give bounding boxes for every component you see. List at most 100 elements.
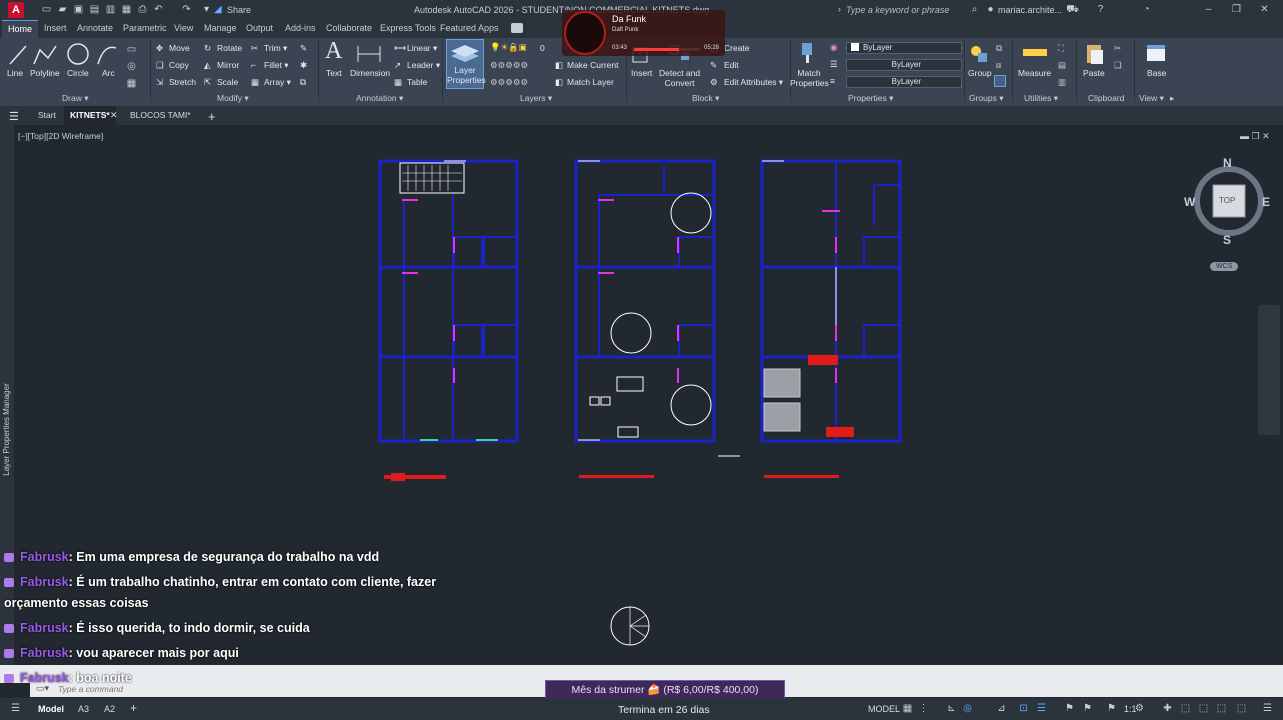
user-menu[interactable]: mariac.archite... (998, 5, 1062, 15)
move-button[interactable]: Move (169, 43, 190, 53)
stretch-button[interactable]: Stretch (169, 77, 196, 87)
new-tab-button[interactable]: + (208, 105, 216, 124)
make-current-button[interactable]: Make Current (567, 60, 619, 70)
text-tool-button[interactable]: Text (326, 68, 342, 78)
cart-icon[interactable]: ⛟ (1066, 3, 1079, 16)
save-icon[interactable]: ▣ (72, 3, 85, 16)
modify-panel-title[interactable]: Modify ▾ (217, 93, 249, 104)
properties-panel-title[interactable]: Properties ▾ (848, 93, 893, 104)
annotation-scale-icon[interactable]: ⚑ (1082, 703, 1093, 714)
grid-icon[interactable]: ▦ (902, 703, 913, 714)
lock-ui-icon[interactable]: ⬚ (1216, 703, 1227, 714)
redo-icon[interactable]: ↷ (180, 3, 193, 16)
tab-featured-apps[interactable]: Featured Apps (440, 23, 499, 33)
autocad-logo[interactable]: A (8, 2, 24, 18)
search-icon[interactable]: ⌕ (968, 3, 981, 16)
undo-icon[interactable]: ↶ (152, 3, 165, 16)
cut-icon[interactable]: ✂ (1114, 43, 1121, 54)
save-web-icon[interactable]: ▦ (120, 3, 133, 16)
quick-properties-icon[interactable]: ⬚ (1198, 703, 1209, 714)
tab-layout-a3[interactable]: A3 (78, 704, 89, 714)
tab-layout-a2[interactable]: A2 (104, 704, 115, 714)
ribbon-expand-icon[interactable]: ▸ (1170, 93, 1174, 104)
group-select-icon[interactable] (994, 75, 1006, 87)
table-button[interactable]: Table (407, 77, 427, 87)
tab-view[interactable]: View (174, 23, 193, 33)
array-button[interactable]: Array ▾ (264, 77, 291, 88)
close-tab-icon[interactable]: ✕ (110, 110, 118, 121)
dimension-button[interactable]: Dimension (350, 68, 390, 78)
compass-north[interactable]: N (1223, 156, 1232, 170)
plot-icon[interactable]: ⎙ (136, 3, 149, 16)
polyline-tool-button[interactable]: Polyline (30, 68, 60, 78)
block-panel-title[interactable]: Block ▾ (692, 93, 719, 104)
id-point-icon[interactable]: ▥ (1058, 77, 1066, 88)
tab-parametric[interactable]: Parametric (123, 23, 167, 33)
erase-icon[interactable]: ✎ (300, 43, 307, 54)
command-input[interactable]: Type a command (58, 684, 123, 694)
scale-button[interactable]: Scale (217, 77, 238, 87)
base-view-button[interactable]: Base (1147, 68, 1166, 78)
annotation-panel-title[interactable]: Annotation ▾ (356, 93, 403, 104)
osnap-icon[interactable]: ⊡ (1018, 703, 1029, 714)
tab-collaborate[interactable]: Collaborate (326, 23, 372, 33)
layout-menu-icon[interactable]: ☰ (10, 703, 21, 714)
share-button[interactable]: Share (227, 5, 251, 15)
ribbon-toggle-icon[interactable] (511, 23, 523, 33)
detect-convert-button[interactable]: Detect and Convert (659, 68, 700, 88)
tab-home[interactable]: Home (2, 20, 39, 38)
mirror-button[interactable]: Mirror (217, 60, 239, 70)
compass-east[interactable]: E (1262, 195, 1270, 209)
help-icon[interactable]: ? (1094, 3, 1107, 16)
customization-menu-icon[interactable]: ☰ (1262, 703, 1273, 714)
chevron-right-icon[interactable]: › (838, 4, 841, 14)
isometric-icon[interactable]: ⊿ (996, 703, 1007, 714)
insert-block-button[interactable]: Insert (631, 68, 652, 78)
layer-current-value[interactable]: 0 (540, 43, 545, 53)
layer-properties-button[interactable]: Layer Properties (446, 39, 486, 89)
view-panel-title[interactable]: View ▾ (1139, 93, 1164, 104)
tab-start[interactable]: Start (38, 106, 56, 125)
tab-express-tools[interactable]: Express Tools (380, 23, 436, 33)
match-layer-button[interactable]: Match Layer (567, 77, 614, 87)
fillet-button[interactable]: Fillet ▾ (264, 60, 289, 71)
layer-tools-row-3[interactable]: ⚙⚙⚙⚙⚙ (490, 77, 528, 88)
match-properties-button[interactable]: Match Properties (790, 68, 829, 88)
trim-button[interactable]: Trim ▾ (264, 43, 287, 54)
create-block-button[interactable]: Create (724, 43, 750, 53)
tab-manage[interactable]: Manage (204, 23, 237, 33)
copy-button[interactable]: Copy (169, 60, 189, 70)
restore-icon[interactable]: ❐ (1230, 3, 1243, 16)
paste-button[interactable]: Paste (1083, 68, 1105, 78)
layers-panel-title[interactable]: Layers ▾ (520, 93, 552, 104)
share-icon[interactable]: ◢ (214, 4, 222, 15)
wcs-menu[interactable]: WCS (1210, 262, 1239, 271)
rectangle-icon[interactable]: ▭ (125, 43, 138, 56)
close-icon[interactable]: ✕ (1258, 3, 1271, 16)
line-tool-button[interactable]: Line (7, 68, 23, 78)
quick-access-menu-icon[interactable]: ▾ (200, 3, 213, 16)
viewcube-top-face[interactable]: TOP (1219, 196, 1235, 205)
compass-west[interactable]: W (1184, 195, 1195, 209)
layer-state-icons[interactable]: 💡☀🔒▣ (490, 42, 527, 53)
save-as-icon[interactable]: ▤ (88, 3, 101, 16)
tab-output[interactable]: Output (246, 23, 273, 33)
open-web-icon[interactable]: ▥ (104, 3, 117, 16)
quick-select-icon[interactable]: ⛶ (1058, 43, 1064, 54)
linear-button[interactable]: Linear ▾ (407, 43, 437, 54)
ungroup-icon[interactable]: ⧉ (996, 43, 1002, 54)
open-folder-icon[interactable]: ▰ (56, 3, 69, 16)
tab-model[interactable]: Model (38, 704, 64, 714)
lineweight-combo[interactable]: ByLayer (846, 76, 962, 88)
rotate-button[interactable]: Rotate (217, 43, 242, 53)
lineweight-icon[interactable]: ≡ (830, 76, 835, 86)
draw-panel-title[interactable]: Draw ▾ (62, 93, 88, 104)
compass-south[interactable]: S (1223, 233, 1231, 247)
minimize-icon[interactable]: – (1202, 3, 1215, 16)
edit-attributes-button[interactable]: Edit Attributes ▾ (724, 77, 783, 88)
group-button[interactable]: Group (968, 68, 992, 78)
tab-add-ins[interactable]: Add-ins (285, 23, 316, 33)
calculator-icon[interactable]: ▤ (1058, 60, 1066, 71)
snap-icon[interactable]: ⋮ (918, 703, 929, 714)
layer-tools-row-2[interactable]: ⚙⚙⚙⚙⚙ (490, 60, 528, 71)
